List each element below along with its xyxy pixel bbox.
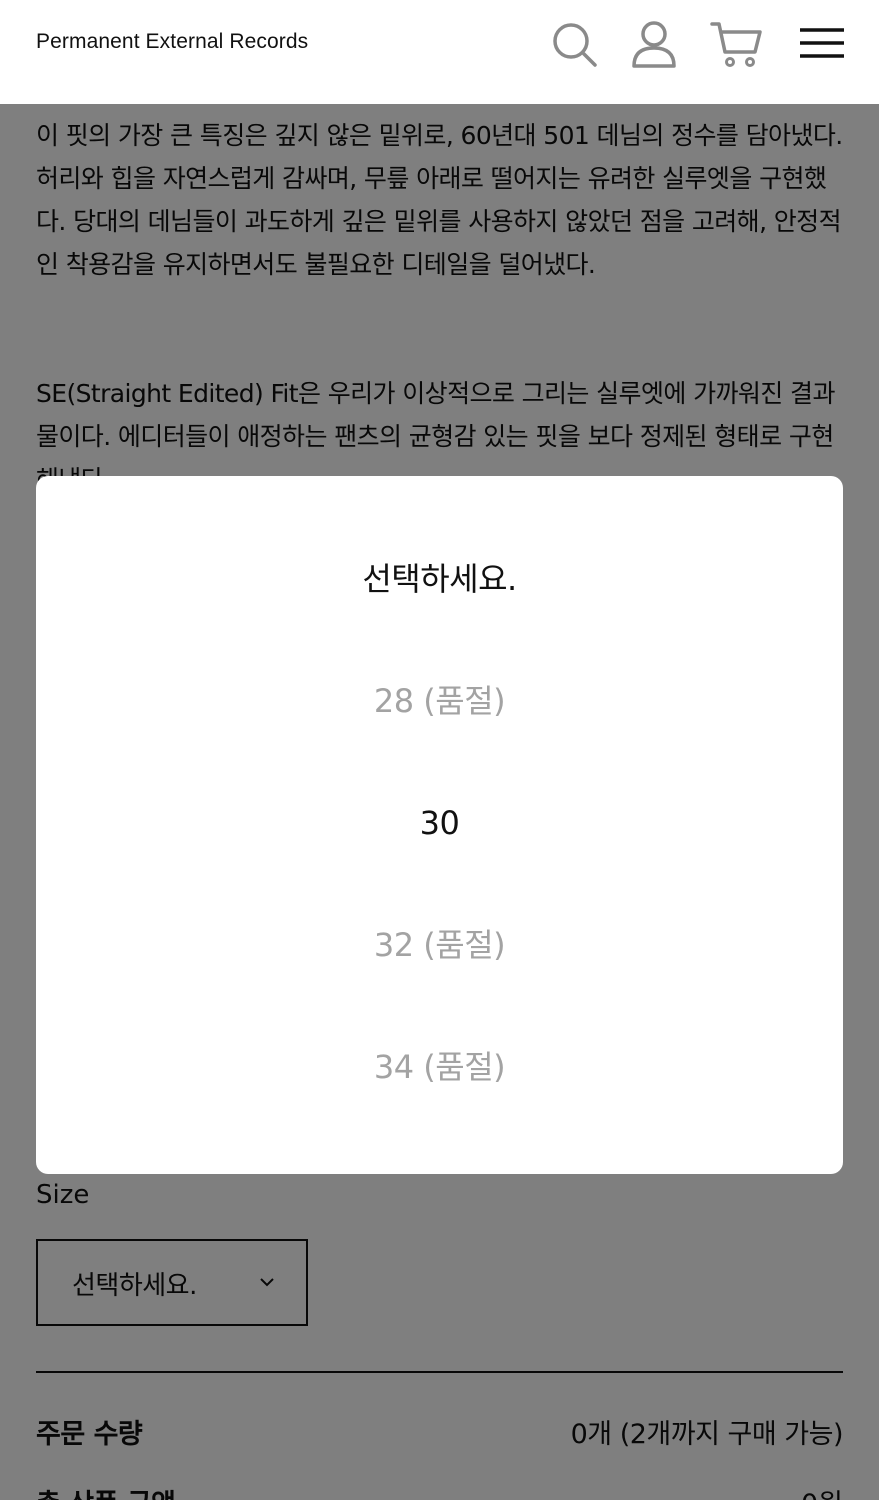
picker-option-placeholder[interactable]: 선택하세요.	[36, 518, 843, 640]
user-icon[interactable]	[628, 18, 680, 70]
picker-option-30[interactable]: 30	[36, 762, 843, 884]
brand-logo[interactable]: Permanent External Records	[36, 30, 308, 54]
picker-option-34[interactable]: 34 (품절)	[36, 1006, 843, 1128]
menu-icon[interactable]	[796, 18, 848, 70]
site-header: Permanent External Records	[0, 0, 879, 104]
search-icon[interactable]	[548, 18, 600, 70]
size-picker-dialog: 선택하세요. 28 (품절) 30 32 (품절) 34 (품절)	[36, 476, 843, 1174]
picker-option-32[interactable]: 32 (품절)	[36, 884, 843, 1006]
cart-icon[interactable]	[710, 18, 762, 70]
picker-option-28[interactable]: 28 (품절)	[36, 640, 843, 762]
